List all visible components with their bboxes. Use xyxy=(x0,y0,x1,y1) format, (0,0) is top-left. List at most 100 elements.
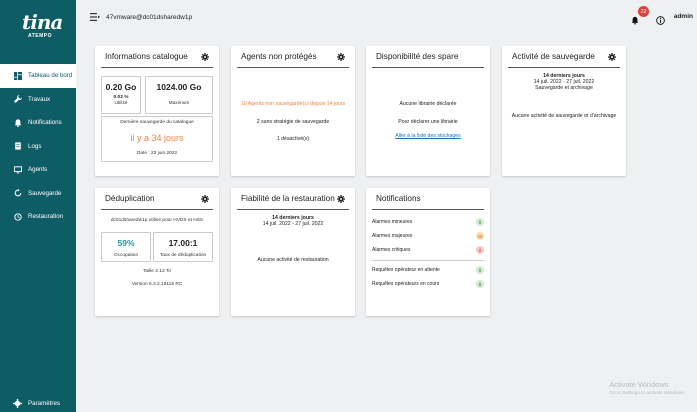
dedup-rate-box: 17.00:1 Taux de déduplication xyxy=(153,232,213,262)
max-box: 1024.00 Go Maximum xyxy=(145,76,213,114)
backup-activity-empty: Aucune activité de sauvegarde et d'archi… xyxy=(511,113,617,119)
logo-mark: tina xyxy=(22,10,63,34)
agents-card: Agents non protégés 10 Agents non sauveg… xyxy=(231,46,355,176)
agents-disabled[interactable]: 1 désactivé(s) xyxy=(231,136,355,142)
notification-label: Alarmes critiques xyxy=(372,247,411,253)
logo: tina ATEMPO xyxy=(22,10,63,39)
max-value: 1024.00 Go xyxy=(156,82,202,92)
sidebar-nav: Tableau de bord Travaux Notifications Lo… xyxy=(0,64,76,229)
dedup-card: Déduplication dc01dsharedw1p utilisé pou… xyxy=(95,188,219,316)
card-title: Informations catalogue xyxy=(105,52,188,61)
card-title: Agents non protégés xyxy=(241,52,317,61)
sidebar-item-label: Notifications xyxy=(28,119,62,127)
sidebar: tina ATEMPO Tableau de bord Travaux Noti… xyxy=(0,0,76,412)
notification-row-critical[interactable]: Alarmes critiques 2 xyxy=(372,243,484,257)
gear-icon xyxy=(13,398,22,408)
sidebar-item-dashboard[interactable]: Tableau de bord xyxy=(0,64,76,88)
last-backup-label: Dernière sauvegarde du catalogue xyxy=(120,120,194,125)
gear-icon[interactable] xyxy=(337,194,345,203)
host-name: 47vmware@dc01dsharedw1p xyxy=(106,13,193,21)
count-badge: 20 xyxy=(476,232,484,240)
settings-label: Paramètres xyxy=(28,399,60,407)
notification-label: Alarmes majeures xyxy=(372,233,413,239)
sidebar-item-label: Restauration xyxy=(28,213,64,221)
sidebar-item-agents[interactable]: Agents xyxy=(0,158,76,182)
used-percent: 0.02 % xyxy=(113,95,129,100)
restore-activity-empty: Aucune activité de restauration xyxy=(257,257,329,263)
user-menu[interactable]: admin xyxy=(674,13,693,20)
last-backup-box: Dernière sauvegarde du catalogue il y a … xyxy=(101,116,213,162)
card-title: Disponibilité des spare xyxy=(376,52,459,61)
spare-card: Disponibilité des spare Aucune librairie… xyxy=(366,46,490,176)
history-icon xyxy=(13,212,22,221)
monitor-icon xyxy=(13,165,22,174)
watermark-title: Activate Windows xyxy=(609,380,669,389)
spare-declare-hint: Pour déclarer une librairie xyxy=(398,119,458,125)
backup-activity-card: Activité de sauvegarde 14 derniers jours… xyxy=(502,46,626,176)
used-label: Utilisé xyxy=(114,101,128,106)
used-value: 0.20 Go xyxy=(105,82,137,92)
sidebar-item-label: Tableau de bord xyxy=(28,72,73,80)
activate-windows-watermark: Activate Windows Go to Settings to activ… xyxy=(609,380,685,396)
agents-no-strategy[interactable]: 2 sans stratégie de sauvegarde xyxy=(231,119,355,125)
dedup-version: Version 5.3.2.19118 RC xyxy=(131,282,183,287)
info-icon[interactable] xyxy=(656,12,665,25)
sidebar-item-label: Logs xyxy=(28,142,42,150)
occupation-box: 59% Occupation xyxy=(101,232,151,262)
count-badge: 2 xyxy=(476,246,484,254)
count-badge: 0 xyxy=(476,218,484,226)
notification-label: Alarmes mineures xyxy=(372,219,413,225)
period-range: 14 juil. 2022 - 27 juil. 2022 xyxy=(262,221,324,227)
document-icon xyxy=(13,142,22,151)
restore-reliability-card: Fiabilité de la restauration 14 derniers… xyxy=(231,188,355,316)
wrench-icon xyxy=(13,95,22,104)
gear-icon[interactable] xyxy=(201,52,209,61)
sidebar-item-travaux[interactable]: Travaux xyxy=(0,88,76,112)
topbar: 47vmware@dc01dsharedw1p 22 admin xyxy=(76,0,697,34)
sidebar-item-label: Sauvegarde xyxy=(28,189,62,197)
card-title: Fiabilité de la restauration xyxy=(241,194,335,203)
menu-toggle-icon[interactable] xyxy=(90,13,100,21)
dedup-rate-label: Taux de déduplication xyxy=(159,253,207,258)
count-badge: 0 xyxy=(476,280,484,288)
notifications-card: Notifications Alarmes mineures 0 Alarmes… xyxy=(366,188,490,316)
sidebar-item-settings[interactable]: Paramètres xyxy=(0,394,76,412)
max-label: Maximum xyxy=(168,101,190,106)
storage-list-link[interactable]: Aller à la liste des stockages xyxy=(366,133,490,139)
card-title: Activité de sauvegarde xyxy=(512,52,595,61)
count-badge: 0 xyxy=(476,266,484,274)
sidebar-item-restauration[interactable]: Restauration xyxy=(0,205,76,229)
bell-icon xyxy=(13,118,22,127)
watermark-subtitle: Go to Settings to activate Windows. xyxy=(609,391,685,396)
agents-unsaved-link[interactable]: 10 Agents non sauvegardé(s) depuis 14 jo… xyxy=(231,101,355,107)
card-title: Déduplication xyxy=(105,194,155,203)
spare-no-library: Aucune librairie déclarée xyxy=(399,101,457,107)
notification-row-minor[interactable]: Alarmes mineures 0 xyxy=(372,215,484,229)
last-backup-date: Date : 23 juin 2022 xyxy=(136,151,178,156)
sidebar-item-sauvegarde[interactable]: Sauvegarde xyxy=(0,182,76,206)
sidebar-item-logs[interactable]: Logs xyxy=(0,135,76,159)
notification-label: Requêtes opérateurs en cours xyxy=(372,281,440,287)
last-backup-ago: il y a 34 jours xyxy=(130,133,184,143)
notification-row-active-requests[interactable]: Requêtes opérateurs en cours 0 xyxy=(372,277,484,291)
occupation-label: Occupation xyxy=(113,253,139,258)
used-box: 0.20 Go 0.02 % Utilisé xyxy=(101,76,141,114)
notification-label: Requêtes opérateur en attente xyxy=(372,267,440,273)
period-sub: Sauvegarde et archivage xyxy=(535,85,593,91)
gear-icon[interactable] xyxy=(201,194,209,203)
notification-count-badge: 22 xyxy=(638,6,649,17)
divider xyxy=(372,260,484,261)
sidebar-item-label: Agents xyxy=(28,166,48,174)
catalog-card: Informations catalogue 0.20 Go 0.02 % Ut… xyxy=(95,46,219,176)
dashboard-icon xyxy=(13,71,22,80)
dedup-rate-value: 17.00:1 xyxy=(168,238,198,248)
gear-icon[interactable] xyxy=(337,52,345,61)
sidebar-item-notifications[interactable]: Notifications xyxy=(0,111,76,135)
refresh-icon xyxy=(13,189,22,198)
card-title: Notifications xyxy=(376,194,421,203)
gear-icon[interactable] xyxy=(608,52,616,61)
dedup-size: Taille 2.13 To xyxy=(143,269,171,274)
notification-row-pending-requests[interactable]: Requêtes opérateur en attente 0 xyxy=(372,263,484,277)
dedup-description: dc01dsharedw1p utilisé pour HVDS et HSS xyxy=(110,218,204,223)
notification-row-major[interactable]: Alarmes majeures 20 xyxy=(372,229,484,243)
